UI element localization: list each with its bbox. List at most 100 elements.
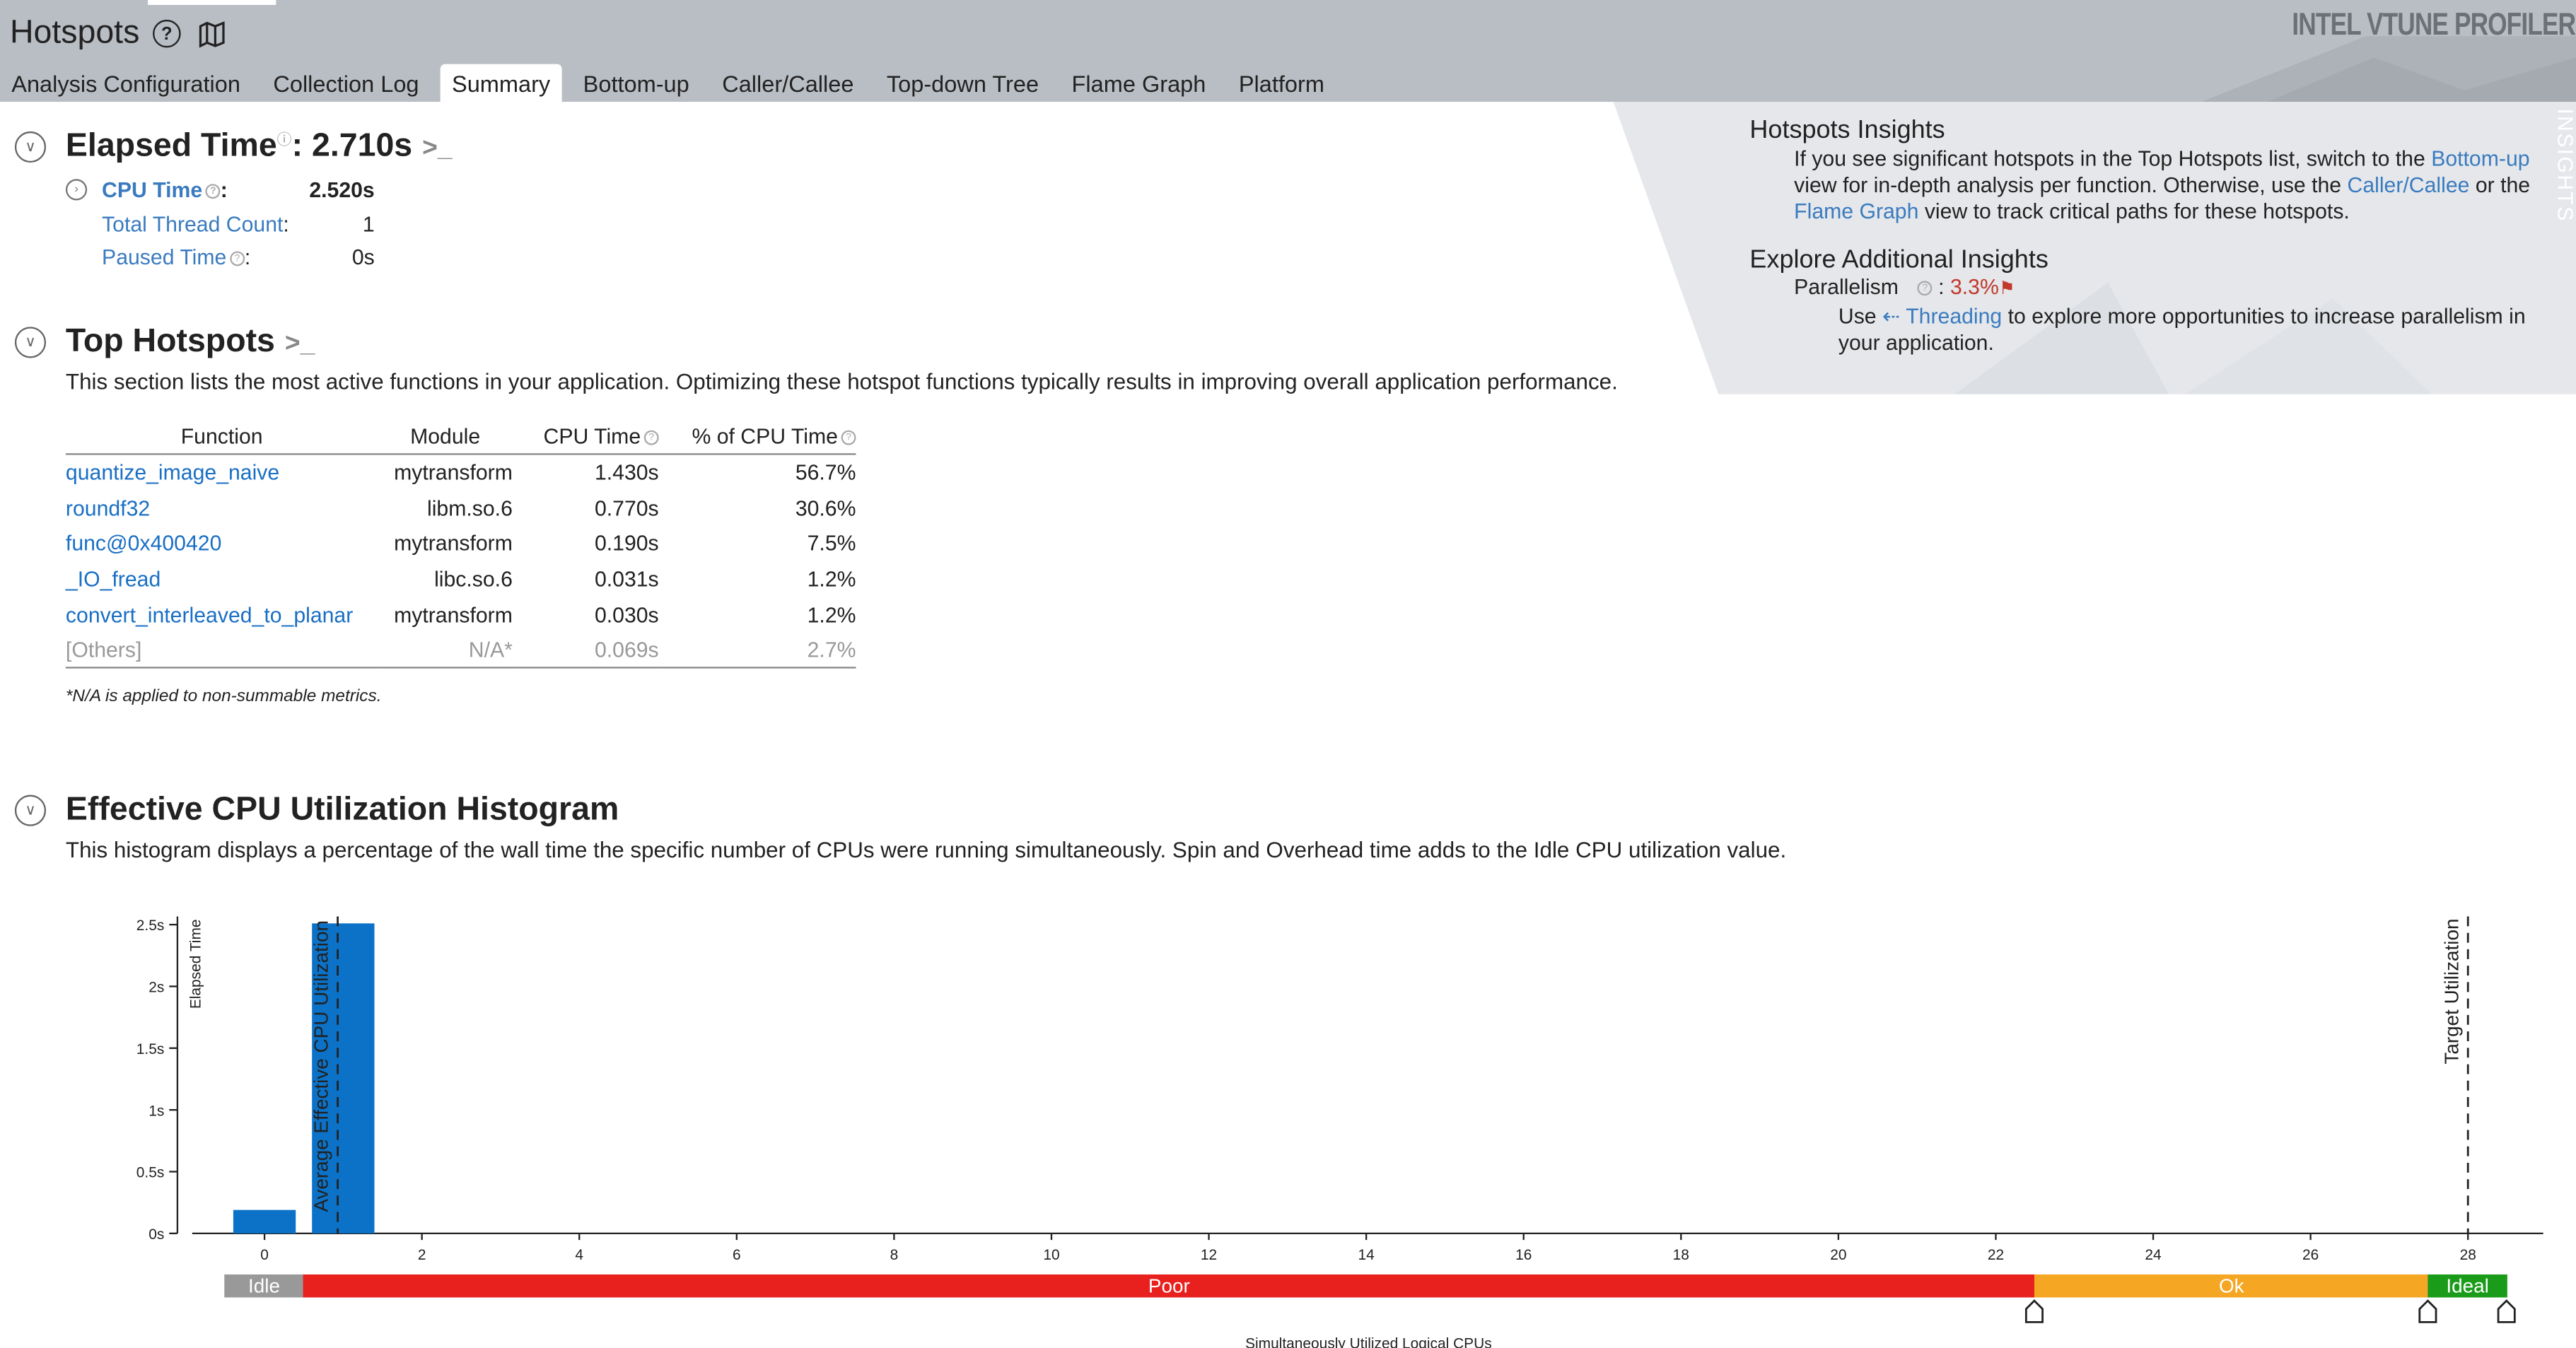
- module-cell: libm.so.6: [427, 495, 513, 520]
- y-tick-label: 1.5s: [136, 1041, 165, 1057]
- parallelism-value: 3.3%: [1950, 274, 1999, 299]
- function-link[interactable]: quantize_image_naive: [66, 454, 378, 489]
- table-row: func@0x400420 mytransform 0.190s 7.5%: [66, 525, 856, 561]
- insights-text-3: or the: [2469, 172, 2531, 197]
- threading-suggestion: Use ⇠ Threading to explore more opportun…: [1838, 304, 2553, 356]
- table-row: roundf32 libm.so.6 0.770s 30.6%: [66, 490, 856, 525]
- x-tick-label: 8: [890, 1247, 899, 1263]
- x-tick-label: 24: [2145, 1247, 2162, 1263]
- function-link[interactable]: convert_interleaved_to_planar: [66, 597, 378, 632]
- cpu-time-cell: 0.030s: [594, 602, 659, 627]
- target-utilization-label: Target Utilization: [2440, 919, 2462, 1065]
- caller-callee-link[interactable]: Caller/Callee: [2348, 172, 2470, 197]
- utilization-zone-label: Poor: [1148, 1275, 1190, 1297]
- histogram-bar: [233, 1209, 296, 1233]
- column-header-module[interactable]: Module: [378, 418, 513, 455]
- x-tick-label: 28: [2460, 1247, 2476, 1263]
- insights-text-1: If you see significant hotspots in the T…: [1794, 146, 2432, 171]
- parallelism-help-icon[interactable]: ?: [1917, 281, 1933, 296]
- pct-cpu-time-cell: 2.7%: [658, 632, 856, 669]
- y-tick-label: 0s: [148, 1226, 164, 1243]
- column-header-pct-text: % of CPU Time: [692, 423, 838, 449]
- cpu-time-help-icon[interactable]: ?: [205, 184, 221, 199]
- cpu-time-label[interactable]: CPU Time?:: [102, 177, 228, 202]
- cpu-time-expand-toggle[interactable]: ›: [65, 179, 88, 201]
- x-tick-label: 22: [1988, 1247, 2004, 1263]
- cpu-time-cell: 0.190s: [594, 530, 659, 556]
- paused-time-help-icon[interactable]: ?: [229, 251, 245, 266]
- y-tick-label: 2s: [148, 980, 164, 996]
- x-tick-label: 26: [2302, 1247, 2319, 1263]
- x-tick-label: 16: [1515, 1247, 1532, 1263]
- help-icon[interactable]: ?: [153, 19, 181, 48]
- utilization-zone-label: Ok: [2219, 1275, 2244, 1297]
- explore-insights-title: Explore Additional Insights: [1749, 246, 2048, 275]
- tab-analysis-configuration[interactable]: Analysis Configuration: [0, 64, 252, 102]
- bottom-up-link[interactable]: Bottom-up: [2431, 146, 2529, 171]
- histogram-description: This histogram displays a percentage of …: [65, 837, 1787, 862]
- vtune-window: { "header": { "title": "Hotspots", "bran…: [0, 0, 2576, 1348]
- table-row: quantize_image_naive mytransform 1.430s …: [66, 454, 856, 489]
- tab-collection-log[interactable]: Collection Log: [262, 64, 431, 102]
- x-tick-label: 12: [1201, 1247, 1217, 1263]
- x-tick-label: 0: [260, 1247, 269, 1263]
- elapsed-section-toggle[interactable]: ∨: [14, 131, 47, 163]
- x-tick-label: 20: [1830, 1247, 1846, 1263]
- module-cell: libc.so.6: [434, 566, 513, 592]
- column-header-cpu-time[interactable]: CPU Time?: [512, 418, 659, 455]
- column-header-function[interactable]: Function: [65, 418, 378, 455]
- insights-text-2: view for in-depth analysis per function.…: [1794, 172, 2348, 197]
- utilization-zone-label: Idle: [248, 1275, 280, 1297]
- average-utilization-label: Average Effective CPU Utilization: [310, 920, 332, 1212]
- module-cell: mytransform: [394, 459, 513, 485]
- tab-caller-callee[interactable]: Caller/Callee: [711, 64, 866, 102]
- function-link[interactable]: roundf32: [66, 490, 378, 525]
- header-bar: Hotspots ? INTEL VTUNE PROFILER Analysis…: [0, 0, 2576, 102]
- module-cell: mytransform: [394, 530, 513, 556]
- threading-link[interactable]: ⇠ Threading: [1882, 304, 2002, 329]
- threshold-handle[interactable]: [2497, 1299, 2516, 1323]
- threading-link-text: Threading: [1906, 303, 2003, 329]
- paused-time-label[interactable]: Paused Time?:: [102, 245, 250, 269]
- parallelism-label: Parallelism: [1794, 274, 1899, 299]
- threshold-handle[interactable]: [2418, 1299, 2437, 1323]
- elapsed-time-heading: Elapsed Timeⓘ: 2.710s >_: [66, 128, 453, 165]
- command-line-icon[interactable]: >_: [422, 135, 452, 163]
- threshold-handle[interactable]: [2024, 1299, 2044, 1323]
- pct-column-help-icon[interactable]: ?: [841, 430, 856, 445]
- top-hotspots-heading-label: Top Hotspots: [65, 323, 275, 360]
- tab-summary[interactable]: Summary: [440, 64, 562, 102]
- tab-top-down-tree[interactable]: Top-down Tree: [875, 64, 1051, 102]
- analysis-map-icon[interactable]: [197, 20, 225, 47]
- tab-flame-graph[interactable]: Flame Graph: [1060, 64, 1217, 102]
- page-title: Hotspots: [9, 14, 140, 52]
- warning-flag-icon: ⚑: [1998, 279, 2015, 299]
- cpu-time-label-text: CPU Time: [102, 177, 203, 202]
- column-header-pct-cpu-time[interactable]: % of CPU Time?: [658, 418, 856, 455]
- x-tick-label: 18: [1673, 1247, 1689, 1263]
- cpu-time-value: 2.520s: [309, 177, 375, 202]
- use-text: Use: [1838, 303, 1882, 329]
- hotspots-command-line-icon[interactable]: >_: [285, 330, 315, 358]
- hotspots-section-toggle[interactable]: ∨: [14, 327, 47, 358]
- function-link[interactable]: func@0x400420: [66, 525, 378, 561]
- tab-bottom-up[interactable]: Bottom-up: [571, 64, 701, 102]
- pct-cpu-time-cell: 56.7%: [795, 459, 856, 485]
- thread-count-label[interactable]: Total Thread Count:: [102, 212, 289, 237]
- tab-platform[interactable]: Platform: [1228, 64, 1336, 102]
- module-cell: N/A*: [378, 632, 513, 669]
- y-tick-label: 1s: [148, 1103, 164, 1119]
- cpu-utilization-histogram: 0s0.5s1s1.5s2s2.5s Elapsed Time0 2 4 6 8 10 12 1…: [136, 916, 2543, 1348]
- x-tick-label: 6: [733, 1247, 741, 1263]
- histogram-section-toggle[interactable]: ∨: [14, 795, 47, 826]
- cpu-time-column-help-icon[interactable]: ?: [643, 430, 659, 445]
- x-tick-label: 2: [418, 1247, 426, 1263]
- threading-icon: ⇠: [1882, 303, 1901, 329]
- elapsed-heading-label: Elapsed Time: [65, 128, 277, 165]
- thread-count-label-text: Total Thread Count: [102, 211, 284, 237]
- flame-graph-link[interactable]: Flame Graph: [1794, 199, 1918, 223]
- x-tick-label: 10: [1043, 1247, 1059, 1263]
- y-tick-label: 0.5s: [136, 1165, 165, 1181]
- function-link[interactable]: _IO_fread: [66, 561, 378, 597]
- elapsed-help-icon[interactable]: ⓘ: [277, 131, 292, 148]
